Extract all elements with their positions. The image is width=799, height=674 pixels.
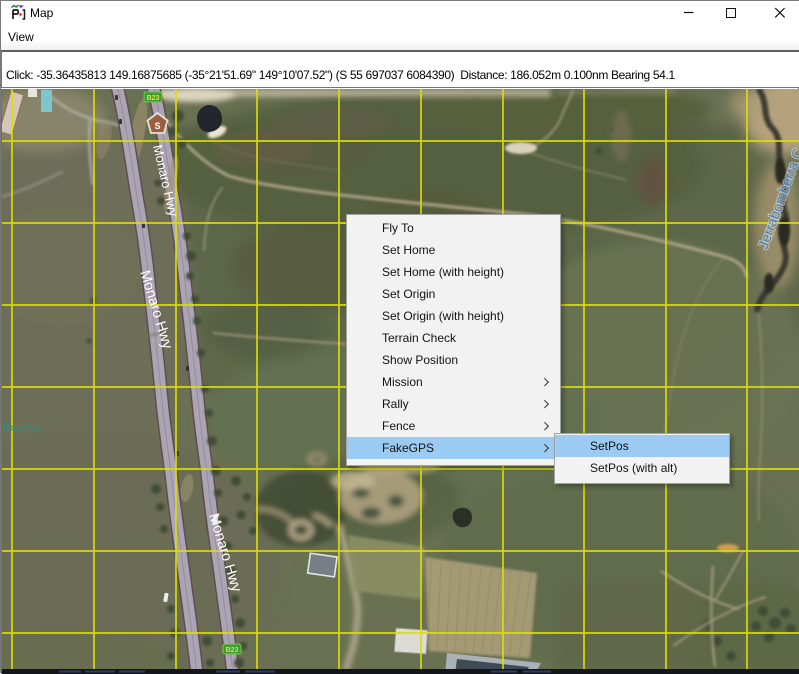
svg-text:Reserve: Reserve (3, 423, 41, 434)
svg-text:B23: B23 (226, 647, 239, 654)
svg-text:B23: B23 (147, 95, 160, 102)
svg-text:S: S (154, 121, 160, 131)
